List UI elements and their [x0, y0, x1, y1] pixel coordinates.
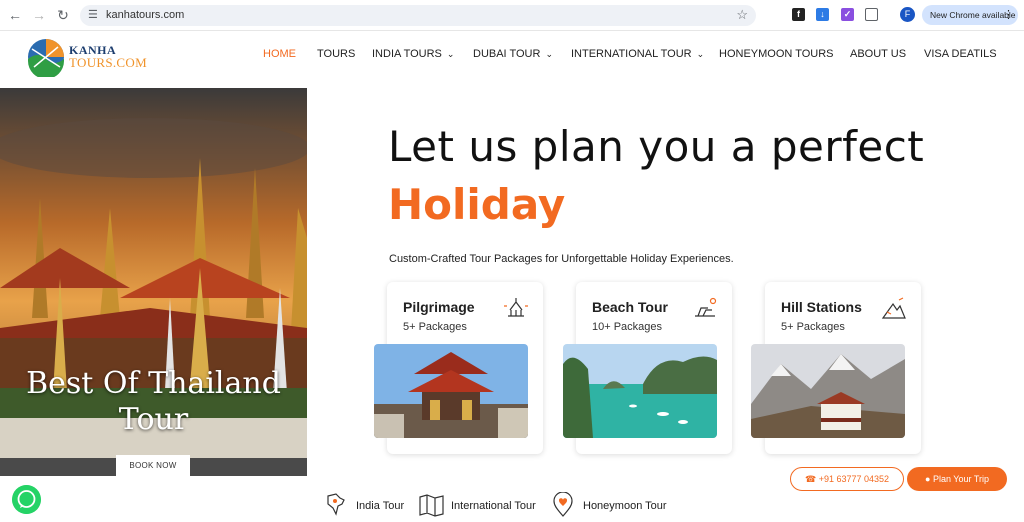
beach-photo[interactable]: [563, 344, 717, 438]
nav-tours[interactable]: TOURS: [317, 48, 355, 60]
logo-icon[interactable]: [26, 37, 66, 77]
heart-pin-icon: [553, 492, 573, 517]
card-count: 10+ Packages: [592, 321, 663, 333]
site-header: KANHA TOURS.COM HOME TOURS INDIA TOURS ⌄ …: [0, 31, 1024, 88]
hero-tagline: Custom-Crafted Tour Packages for Unforge…: [389, 253, 734, 265]
pilgrimage-photo[interactable]: [374, 344, 528, 438]
nav-india-tours[interactable]: INDIA TOURS ⌄: [372, 48, 454, 60]
more-menu-icon[interactable]: ⋮: [1003, 5, 1014, 25]
extension-icon[interactable]: f: [792, 8, 805, 21]
hill-station-photo[interactable]: [751, 344, 905, 438]
bottom-link-honeymoon-tour[interactable]: Honeymoon Tour: [550, 492, 668, 517]
url-text[interactable]: kanhatours.com: [106, 9, 184, 21]
extension-icon[interactable]: ✓: [841, 8, 854, 21]
logo-text[interactable]: TOURS.COM: [69, 55, 147, 71]
forward-icon[interactable]: →: [30, 6, 48, 24]
nav-dubai-tour[interactable]: DUBAI TOUR ⌄: [473, 48, 553, 60]
hero-highlight: Holiday: [388, 180, 566, 229]
chevron-down-icon: ⌄: [545, 49, 553, 59]
india-map-icon: [327, 493, 345, 516]
hero-banner-title: Best Of Thailand Tour: [26, 366, 281, 437]
site-info-icon[interactable]: ☰: [88, 8, 98, 21]
call-button[interactable]: ☎ +91 63777 04352: [790, 467, 904, 491]
chevron-down-icon: ⌄: [446, 49, 455, 59]
whatsapp-icon[interactable]: [12, 485, 41, 514]
chevron-down-icon: ⌄: [696, 49, 705, 59]
book-now-button[interactable]: BOOK NOW: [116, 455, 190, 477]
nav-honeymoon-tours[interactable]: HONEYMOON TOURS: [719, 48, 834, 60]
browser-toolbar: ← → ↻ ☰ kanhatours.com ☆ f ↓ ✓ F New Chr…: [0, 0, 1024, 31]
card-title: Hill Stations: [781, 299, 862, 315]
address-bar[interactable]: ☰ kanhatours.com ☆: [80, 5, 756, 26]
location-pin-icon: ●: [925, 474, 931, 484]
temple-icon: [504, 298, 528, 317]
card-count: 5+ Packages: [781, 321, 845, 333]
nav-visa-details[interactable]: VISA DEATILS: [924, 48, 997, 60]
chrome-update-button[interactable]: New Chrome available ⋮: [922, 5, 1018, 25]
puzzle-icon[interactable]: [865, 8, 878, 21]
card-title: Beach Tour: [592, 299, 668, 315]
card-count: 5+ Packages: [403, 321, 467, 333]
nav-about-us[interactable]: ABOUT US: [850, 48, 906, 60]
plan-label: Plan Your Trip: [932, 474, 989, 484]
hero-headline: Let us plan you a perfect: [388, 122, 925, 171]
world-map-icon: [419, 494, 444, 517]
phone-number: +91 63777 04352: [818, 474, 890, 484]
card-title: Pilgrimage: [403, 299, 475, 315]
back-icon[interactable]: ←: [6, 6, 24, 24]
download-icon[interactable]: ↓: [816, 8, 829, 21]
mountain-climb-icon: [881, 297, 906, 319]
nav-international-tour[interactable]: INTERNATIONAL TOUR ⌄: [571, 48, 704, 60]
nav-home[interactable]: HOME: [263, 48, 296, 60]
phone-icon: ☎: [804, 474, 817, 484]
bookmark-star-icon[interactable]: ☆: [736, 7, 748, 23]
avatar[interactable]: F: [900, 7, 915, 22]
bottom-link-india-tour[interactable]: India Tour: [322, 493, 406, 517]
beach-chair-icon: [695, 297, 717, 317]
reload-icon[interactable]: ↻: [54, 6, 72, 24]
plan-your-trip-button[interactable]: ● Plan Your Trip: [907, 467, 1007, 491]
bottom-link-international-tour[interactable]: International Tour: [418, 494, 538, 517]
